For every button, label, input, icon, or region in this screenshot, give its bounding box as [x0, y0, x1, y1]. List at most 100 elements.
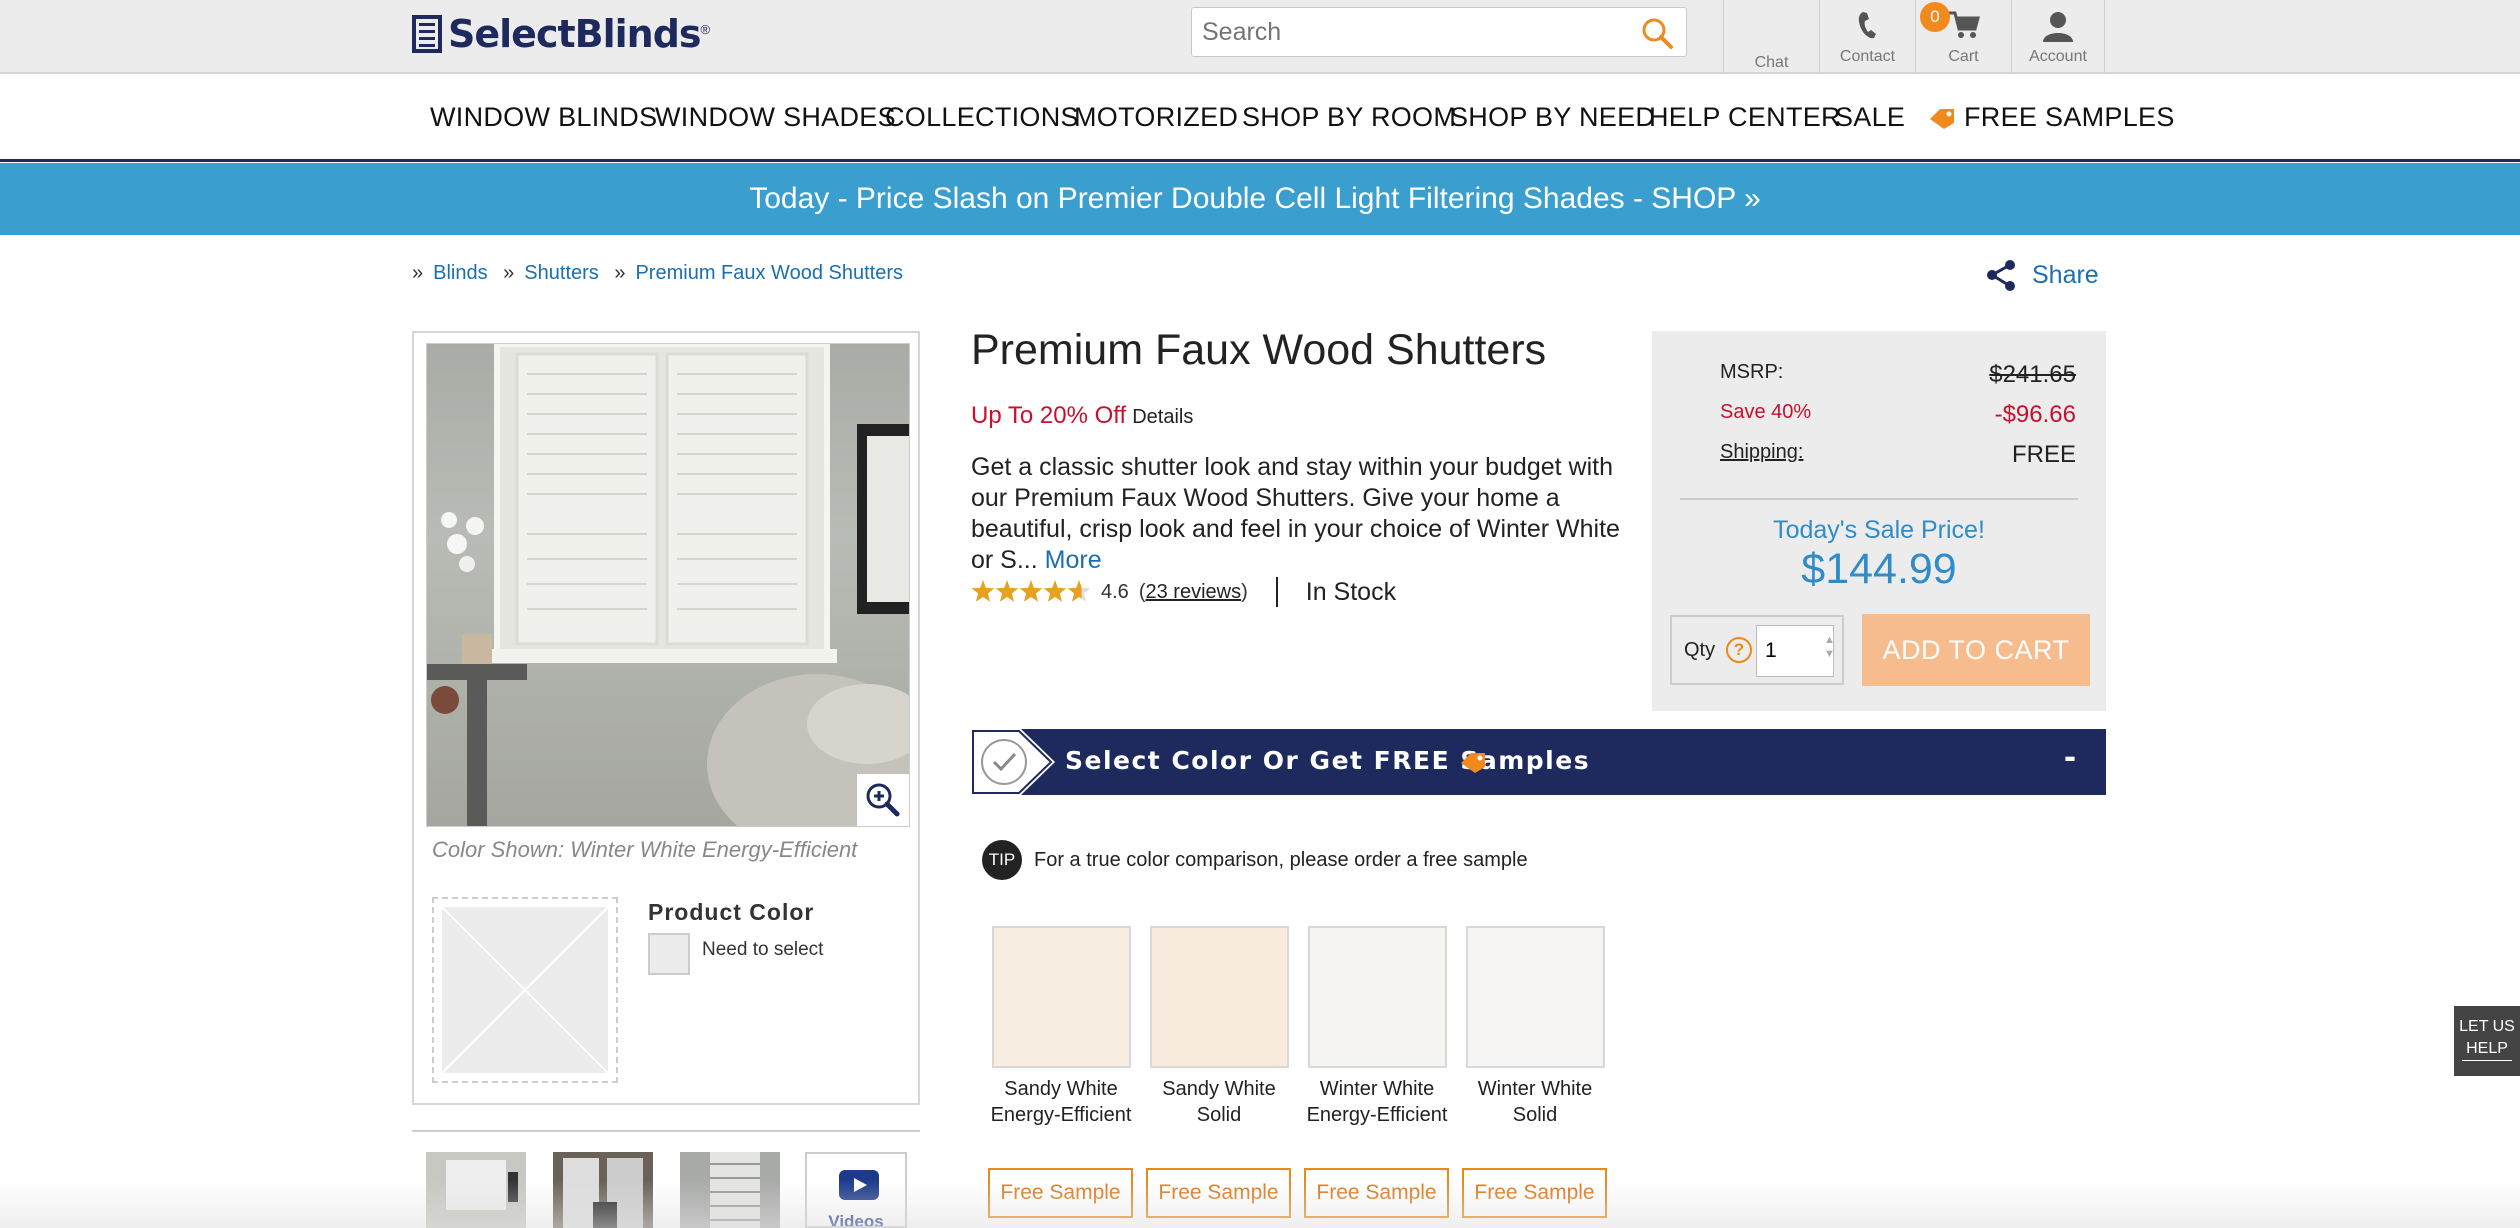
product-color-value: Need to select — [702, 939, 824, 960]
thumbnail-1[interactable] — [426, 1152, 526, 1228]
rating-star — [1067, 580, 1091, 602]
logo-wordmark: SelectBlinds — [448, 12, 702, 56]
search-input[interactable] — [1192, 8, 1612, 56]
search-icon[interactable] — [1640, 16, 1674, 50]
thumbnail-image — [710, 1152, 760, 1228]
contact-button[interactable]: Contact — [1819, 0, 1915, 74]
swatch-winter-white-energy-efficient[interactable] — [1308, 926, 1447, 1068]
reviews-count: (23 reviews) — [1138, 580, 1248, 603]
rating-star — [971, 580, 995, 602]
breadcrumb-blinds[interactable]: Blinds — [433, 262, 487, 284]
free-sample-button[interactable]: Free Sample — [1304, 1168, 1449, 1218]
free-sample-button[interactable]: Free Sample — [1462, 1168, 1607, 1218]
zoom-button[interactable] — [857, 774, 909, 826]
shutter-room-image — [427, 344, 909, 826]
chat-button[interactable]: Chat — [1723, 0, 1819, 74]
cart-label: Cart — [1948, 48, 1979, 65]
stock-status: In Stock — [1305, 577, 1397, 606]
msrp-price: $241.65 — [1989, 361, 2076, 388]
shipping-value: FREE — [2011, 441, 2076, 468]
swatch-name: Winter White Solid — [1477, 1078, 1593, 1126]
share-button[interactable]: Share — [1984, 258, 2099, 292]
thumbnail-2[interactable] — [553, 1152, 653, 1228]
savings-amount: -$96.66 — [1994, 401, 2076, 428]
nav-free-samples[interactable]: FREE SAMPLES — [1964, 102, 2175, 133]
swatch-sandy-white-solid[interactable] — [1150, 926, 1289, 1068]
free-sample-button[interactable]: Free Sample — [1146, 1168, 1291, 1218]
color-section-header[interactable]: Select Color Or Get FREE Samples - — [971, 729, 2106, 795]
product-gallery: Color Shown: Winter White Energy-Efficie… — [412, 331, 920, 1105]
msrp-label: MSRP: — [1720, 361, 1784, 383]
product-color-swatch — [648, 933, 690, 975]
reviews-link[interactable]: 23 reviews — [1145, 581, 1241, 603]
help-line-1: LET US — [2459, 1018, 2515, 1035]
shipping-label[interactable]: Shipping: — [1720, 441, 1803, 469]
share-label: Share — [2032, 260, 2099, 289]
cart-icon — [1948, 11, 1980, 38]
product-description: Get a classic shutter look and stay with… — [971, 452, 1631, 576]
swatch-name: Winter White Energy-Efficient — [1306, 1078, 1448, 1126]
more-link[interactable]: More — [1045, 546, 1102, 574]
cart-count-badge: 0 — [1920, 2, 1950, 32]
msrp-row: MSRP: $241.65 — [1720, 361, 2076, 389]
thumbnail-3[interactable] — [680, 1152, 780, 1228]
savings-row: Save 40% -$96.66 — [1720, 401, 2076, 429]
add-to-cart-button[interactable]: ADD TO CART — [1862, 614, 2090, 686]
breadcrumb: » Blinds » Shutters » Premium Faux Wood Shu… — [412, 262, 903, 284]
videos-thumbnail[interactable]: Videos — [805, 1152, 907, 1228]
zoom-in-icon — [866, 783, 900, 817]
sale-price-label: Today's Sale Price! — [1773, 516, 1985, 544]
quantity-input[interactable] — [1756, 625, 1834, 677]
nav-collections[interactable]: COLLECTIONS — [885, 102, 1079, 133]
product-photo[interactable] — [426, 343, 910, 827]
video-play-icon — [839, 1170, 879, 1200]
quantity-label: Qty — [1684, 639, 1716, 661]
logo-mark-icon — [412, 15, 442, 53]
color-section-title: Select Color Or Get FREE Samples — [1065, 746, 1591, 775]
quantity-help-icon[interactable]: ? — [1726, 637, 1752, 663]
nav-sale[interactable]: SALE — [1835, 102, 1905, 133]
tip-text: For a true color comparison, please orde… — [1034, 849, 1528, 871]
nav-help-center[interactable]: HELP CENTER — [1649, 102, 1841, 133]
nav-motorized[interactable]: MOTORIZED — [1074, 102, 1238, 133]
product-title: Premium Faux Wood Shutters — [971, 326, 1547, 374]
let-us-help-tab[interactable]: LET US HELP — [2454, 1006, 2520, 1076]
phone-icon — [1858, 12, 1876, 39]
checkmark-circle-icon — [971, 729, 1055, 795]
nav-shop-by-need[interactable]: SHOP BY NEED — [1450, 102, 1655, 133]
rating-star — [995, 580, 1019, 602]
tag-icon — [1461, 753, 1485, 773]
color-shown-caption: Color Shown: Winter White Energy-Efficie… — [432, 837, 858, 862]
main-nav: WINDOW BLINDS WINDOW SHADES COLLECTIONS … — [0, 76, 2520, 162]
chat-label: Chat — [1754, 54, 1789, 71]
swatch-winter-white-solid[interactable] — [1466, 926, 1605, 1068]
rating-value: 4.6 — [1101, 580, 1129, 603]
logo[interactable]: SelectBlinds ® — [412, 12, 710, 56]
swatch-sandy-white-energy-efficient[interactable] — [992, 926, 1131, 1068]
nav-window-blinds[interactable]: WINDOW BLINDS — [430, 102, 657, 133]
nav-window-shades[interactable]: WINDOW SHADES — [655, 102, 896, 133]
promo-banner[interactable]: Today - Price Slash on Premier Double Ce… — [0, 163, 2520, 235]
rating-divider — [1275, 577, 1278, 607]
price-box: MSRP: $241.65 Save 40% -$96.66 Shipping:… — [1652, 331, 2106, 711]
videos-label: Videos — [828, 1212, 884, 1228]
gallery-divider — [412, 1130, 920, 1132]
share-icon — [1987, 260, 2015, 291]
selected-color-preview — [432, 897, 618, 1083]
free-sample-button[interactable]: Free Sample — [988, 1168, 1133, 1218]
account-button[interactable]: Account — [2011, 0, 2105, 74]
details-link[interactable]: Details — [1132, 406, 1193, 428]
contact-label: Contact — [1839, 48, 1896, 65]
breadcrumb-current[interactable]: Premium Faux Wood Shutters — [635, 262, 903, 284]
logo-registered-mark: ® — [700, 22, 711, 37]
shipping-row: Shipping: FREE — [1720, 441, 2076, 469]
rating-row: 4.6 (23 reviews) In Stock — [971, 576, 1396, 608]
quantity-box: Qty ? ▲▼ — [1670, 615, 1844, 685]
quantity-stepper-arrows[interactable]: ▲ ▼ — [1824, 633, 1835, 661]
discount-text: Up To 20% Off — [971, 402, 1127, 429]
search-box — [1191, 7, 1687, 57]
sale-price: $144.99 — [1801, 545, 1957, 593]
nav-shop-by-room[interactable]: SHOP BY ROOM — [1242, 102, 1456, 133]
collapse-toggle[interactable]: - — [2064, 735, 2076, 777]
breadcrumb-shutters[interactable]: Shutters — [524, 262, 598, 284]
